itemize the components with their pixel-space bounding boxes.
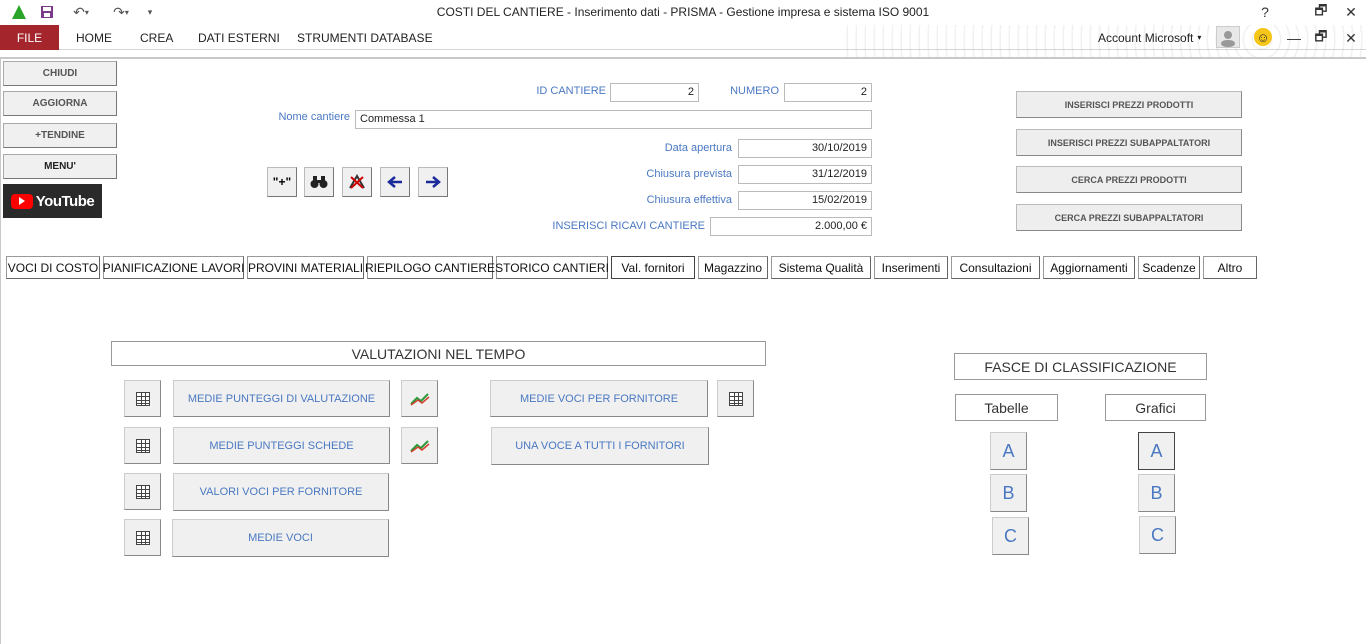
- cerca-prezzi-prodotti-button[interactable]: CERCA PREZZI PRODOTTI: [1016, 166, 1242, 193]
- new-record-button[interactable]: "+": [267, 167, 297, 197]
- data-apertura-label: Data apertura: [664, 142, 732, 154]
- window-title: COSTI DEL CANTIERE - Inserimento dati - …: [436, 5, 930, 19]
- fasce-title: FASCE DI CLASSIFICAZIONE: [954, 353, 1207, 380]
- ribbon-restore-button[interactable]: 🗗: [1306, 28, 1336, 48]
- account-label: Account Microsoft: [1098, 30, 1194, 45]
- grafici-label: Grafici: [1105, 394, 1206, 421]
- valutazioni-title: VALUTAZIONI NEL TEMPO: [111, 341, 766, 366]
- id-cantiere-field[interactable]: 2: [610, 83, 699, 102]
- una-voce-tutti-fornitori-button[interactable]: UNA VOCE A TUTTI I FORNITORI: [491, 427, 709, 465]
- medie-voci-fornitore-table-button[interactable]: [717, 380, 754, 417]
- tabelle-b-button[interactable]: B: [990, 474, 1027, 512]
- chiusura-prevista-label: Chiusura prevista: [646, 168, 732, 180]
- help-button[interactable]: ?: [1250, 2, 1280, 22]
- form-area: CHIUDI AGGIORNA +TENDINE MENU' YouTube I…: [0, 57, 1366, 644]
- tab-consultazioni[interactable]: Consultazioni: [951, 256, 1040, 279]
- cerca-prezzi-subappaltatori-button[interactable]: CERCA PREZZI SUBAPPALTATORI: [1016, 204, 1242, 231]
- tab-riepilogo-cantiere[interactable]: RIEPILOGO CANTIERE: [365, 256, 495, 279]
- avatar[interactable]: [1216, 26, 1240, 48]
- valori-voci-fornitore-button[interactable]: VALORI VOCI PER FORNITORE: [173, 473, 389, 511]
- tab-sistema-qualita[interactable]: Sistema Qualità: [771, 256, 871, 279]
- youtube-label: YouTube: [35, 192, 95, 210]
- next-record-button[interactable]: [418, 167, 448, 197]
- table-icon: [135, 391, 150, 406]
- youtube-play-icon: [10, 193, 33, 209]
- account-menu[interactable]: Account Microsoft ▾: [1098, 25, 1201, 50]
- chart-icon: [409, 439, 429, 453]
- medie-voci-button[interactable]: MEDIE VOCI: [172, 519, 389, 557]
- table-icon: [728, 391, 743, 406]
- tab-val-fornitori[interactable]: Val. fornitori: [611, 256, 695, 279]
- tab-magazzino[interactable]: Magazzino: [698, 256, 768, 279]
- ribbon-tabs: FILE HOME CREA DATI ESTERNI STRUMENTI DA…: [0, 25, 1366, 73]
- title-bar: ↶ ▾ ↷ ▾ ▾ COSTI DEL CANTIERE - Inserimento…: [0, 0, 1366, 25]
- restore-button[interactable]: 🗗: [1306, 2, 1336, 22]
- medie-punteggi-table-button[interactable]: [124, 380, 161, 417]
- id-cantiere-label: ID CANTIERE: [536, 85, 606, 97]
- table-icon: [135, 438, 150, 453]
- grafici-c-button[interactable]: C: [1139, 516, 1176, 554]
- inserisci-prezzi-subappaltatori-button[interactable]: INSERISCI PREZZI SUBAPPALTATORI: [1016, 129, 1242, 156]
- tab-inserimenti[interactable]: Inserimenti: [874, 256, 948, 279]
- chiusura-prevista-field[interactable]: 31/12/2019: [738, 165, 872, 184]
- menu-button[interactable]: MENU': [3, 154, 117, 179]
- tab-crea[interactable]: CREA: [140, 25, 173, 50]
- inserisci-prezzi-prodotti-button[interactable]: INSERISCI PREZZI PRODOTTI: [1016, 91, 1242, 118]
- close-button[interactable]: ✕: [1336, 2, 1366, 22]
- tab-altro[interactable]: Altro: [1203, 256, 1257, 279]
- medie-punteggi-chart-button[interactable]: [401, 380, 438, 417]
- table-icon: [135, 484, 150, 499]
- ricavi-cantiere-label: INSERISCI RICAVI CANTIERE: [552, 220, 705, 232]
- tabelle-a-button[interactable]: A: [990, 432, 1027, 470]
- tab-voci-di-costo[interactable]: VOCI DI COSTO: [6, 256, 100, 279]
- medie-schede-chart-button[interactable]: [401, 427, 438, 464]
- search-record-button[interactable]: [304, 167, 334, 197]
- youtube-button[interactable]: YouTube: [3, 184, 102, 218]
- nome-cantiere-label: Nome cantiere: [278, 111, 350, 123]
- smiley-feedback-icon[interactable]: ☺: [1254, 28, 1272, 46]
- delete-record-button[interactable]: [342, 167, 372, 197]
- medie-schede-button[interactable]: MEDIE PUNTEGGI SCHEDE: [173, 427, 390, 464]
- tab-pianificazione-lavori[interactable]: PIANIFICAZIONE LAVORI: [103, 256, 244, 279]
- previous-record-button[interactable]: [380, 167, 410, 197]
- chiusura-effettiva-field[interactable]: 15/02/2019: [738, 191, 872, 210]
- tab-aggiornamenti[interactable]: Aggiornamenti: [1043, 256, 1135, 279]
- data-apertura-field[interactable]: 30/10/2019: [738, 139, 872, 158]
- tabelle-c-button[interactable]: C: [992, 517, 1029, 555]
- ricavi-cantiere-field[interactable]: 2.000,00 €: [710, 217, 872, 236]
- tab-provini-materiali[interactable]: PROVINI MATERIALI: [247, 256, 364, 279]
- numero-label: NUMERO: [730, 85, 779, 97]
- tab-dati-esterni[interactable]: DATI ESTERNI: [198, 25, 280, 50]
- valori-voci-table-button[interactable]: [124, 473, 161, 510]
- arrow-right-icon: [426, 176, 441, 188]
- aggiorna-button[interactable]: AGGIORNA: [3, 91, 117, 116]
- binoculars-icon: [310, 176, 328, 188]
- delete-record-icon: [349, 174, 365, 189]
- nome-cantiere-field[interactable]: Commessa 1: [355, 110, 872, 129]
- ribbon-minimize-button[interactable]: —: [1279, 28, 1309, 48]
- table-icon: [135, 530, 150, 545]
- tab-storico-cantieri[interactable]: STORICO CANTIERI: [495, 256, 609, 279]
- medie-punteggi-button[interactable]: MEDIE PUNTEGGI DI VALUTAZIONE: [173, 380, 390, 417]
- grafici-a-button[interactable]: A: [1138, 432, 1175, 470]
- chart-icon: [409, 392, 429, 406]
- tabelle-label: Tabelle: [955, 394, 1058, 421]
- chiusura-effettiva-label: Chiusura effettiva: [646, 194, 732, 206]
- grafici-b-button[interactable]: B: [1138, 474, 1175, 512]
- tab-file[interactable]: FILE: [0, 25, 59, 50]
- chiudi-button[interactable]: CHIUDI: [3, 61, 117, 86]
- tab-scadenze[interactable]: Scadenze: [1138, 256, 1200, 279]
- arrow-left-icon: [387, 176, 402, 188]
- ribbon-close-button[interactable]: ✕: [1336, 28, 1366, 48]
- medie-schede-table-button[interactable]: [124, 427, 161, 464]
- tab-strumenti-database[interactable]: STRUMENTI DATABASE: [297, 25, 433, 50]
- numero-field[interactable]: 2: [784, 83, 872, 102]
- tendine-button[interactable]: +TENDINE: [3, 123, 117, 148]
- medie-voci-table-button[interactable]: [124, 519, 161, 556]
- tab-home[interactable]: HOME: [76, 25, 112, 50]
- medie-voci-fornitore-button[interactable]: MEDIE VOCI PER FORNITORE: [490, 380, 708, 417]
